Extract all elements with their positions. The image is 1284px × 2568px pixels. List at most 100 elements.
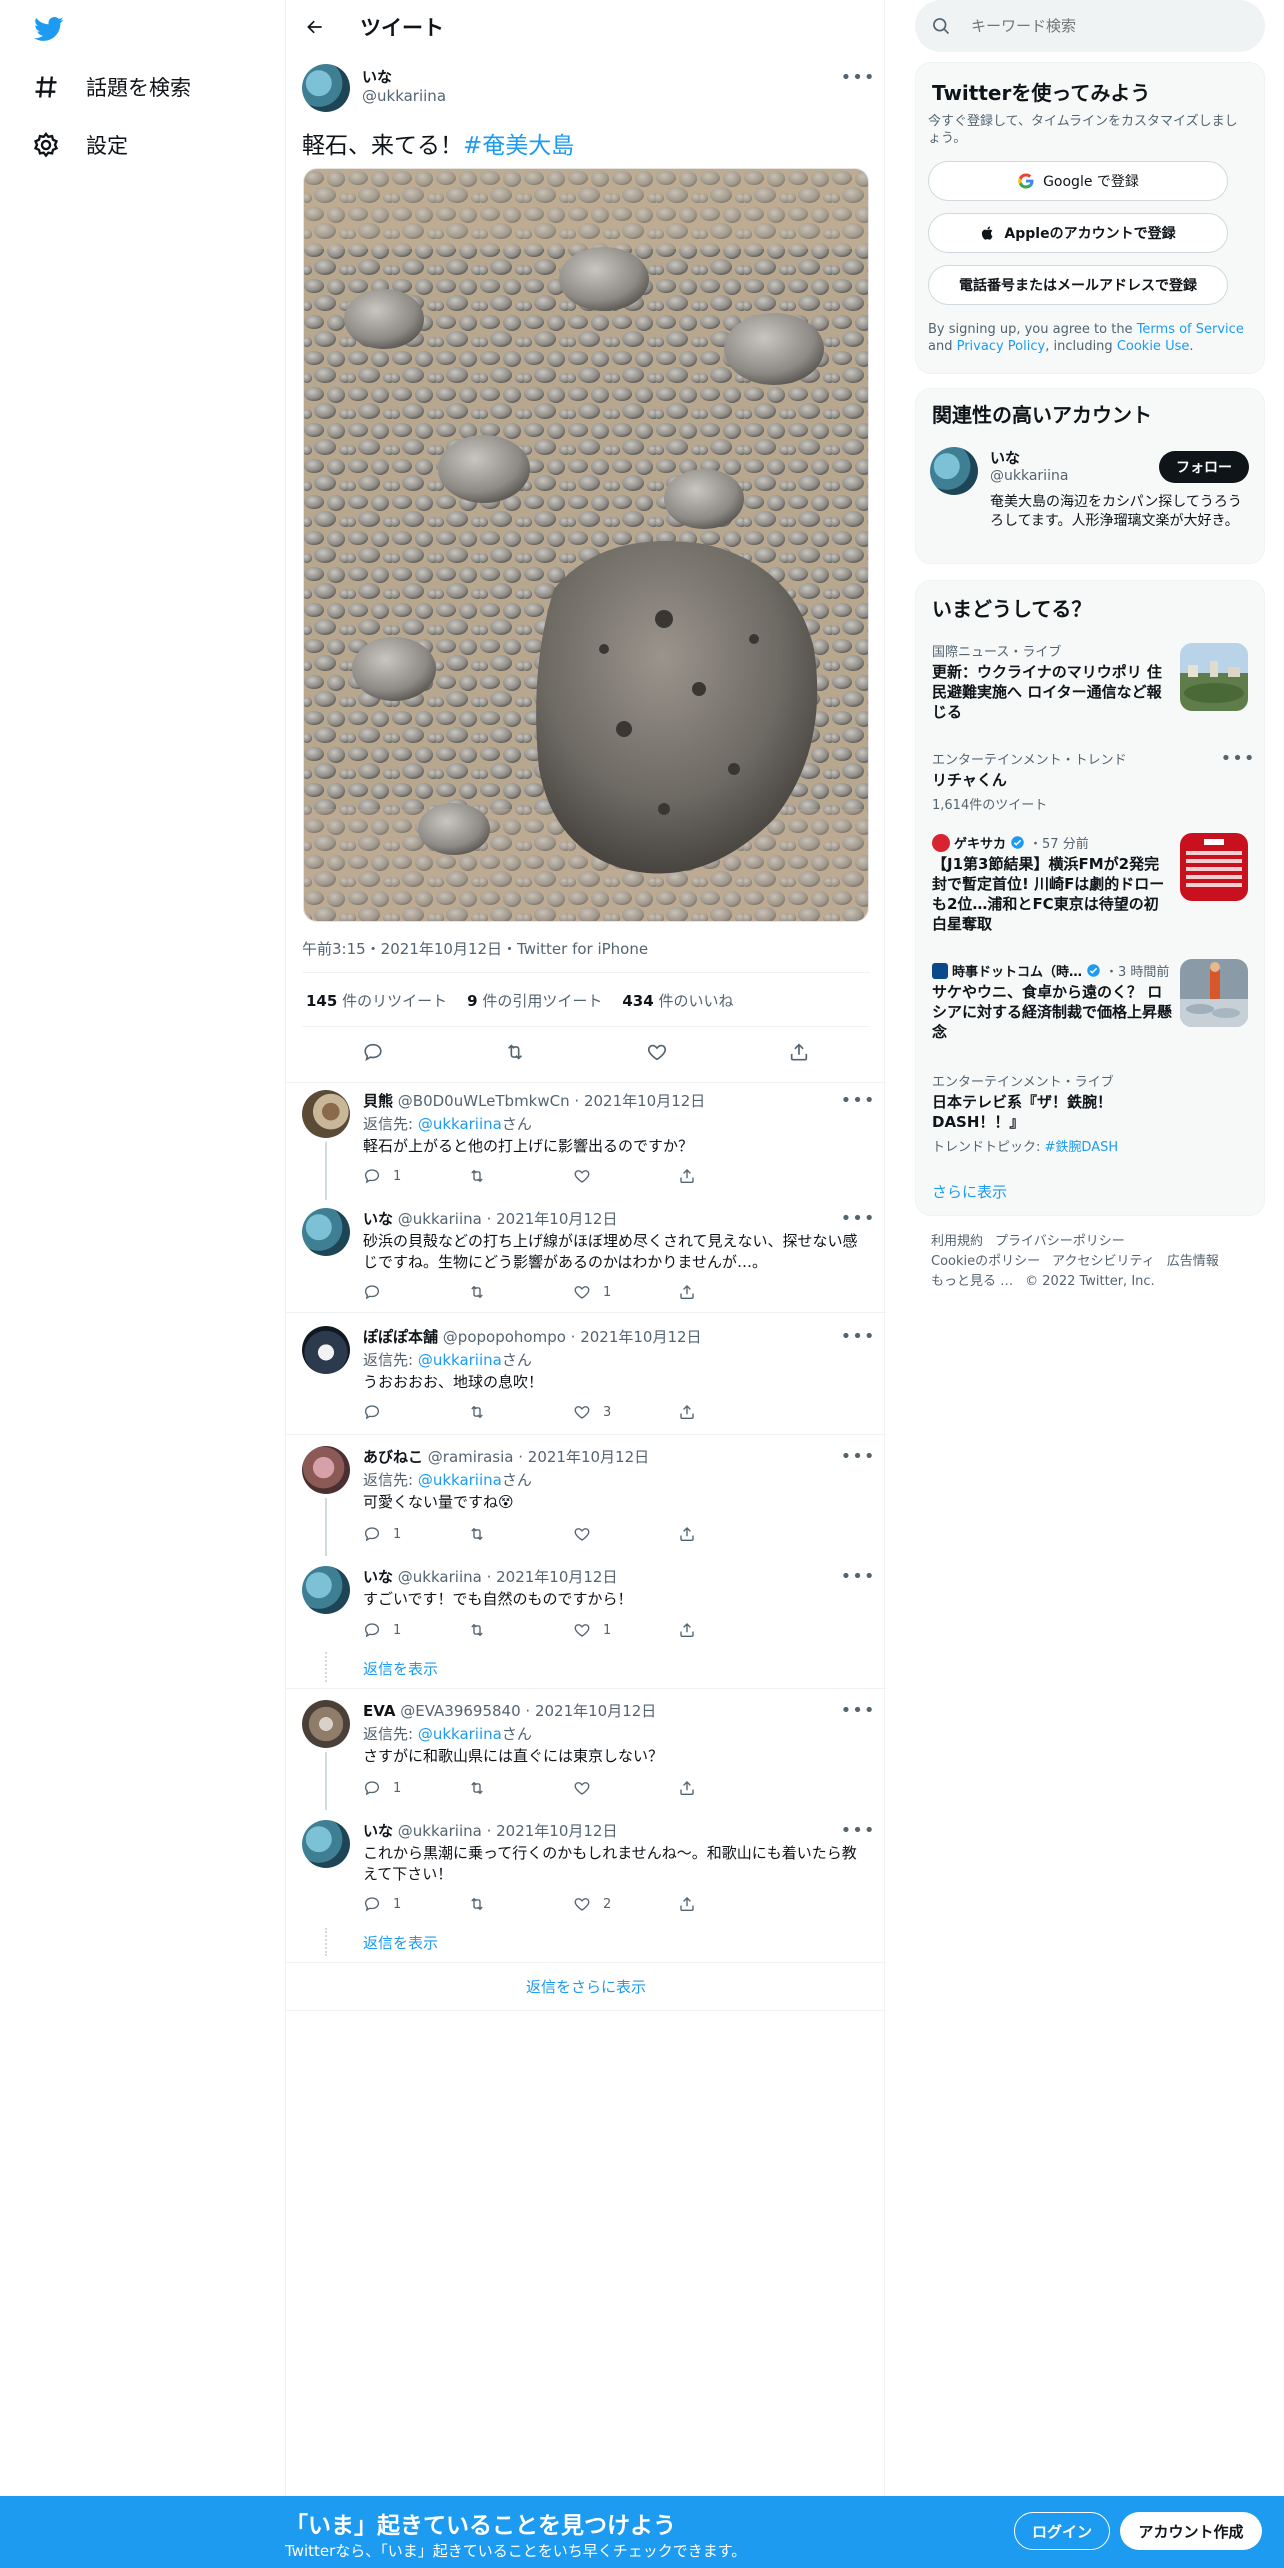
reply-handle[interactable]: @EVA39695840 [400, 1702, 520, 1720]
retweet-button[interactable] [468, 1778, 573, 1798]
reply-button[interactable] [363, 1402, 468, 1422]
reply-date[interactable]: 2021年10月12日 [584, 1092, 705, 1110]
share-button[interactable] [678, 1402, 783, 1422]
reply-button[interactable]: 1 [363, 1524, 468, 1544]
reply-name[interactable]: ぽぽぽ本舗 [363, 1328, 438, 1346]
follow-button[interactable]: フォロー [1159, 451, 1249, 483]
phone-signup-button[interactable]: 電話番号またはメールアドレスで登録 [928, 265, 1228, 305]
nav-settings[interactable]: 設定 [32, 130, 128, 160]
tweet-author[interactable]: いな @ukkariina [362, 66, 446, 105]
retweet-button[interactable] [468, 1282, 573, 1302]
google-signup-button[interactable]: Google で登録 [928, 161, 1228, 201]
reply-name[interactable]: あびねこ [363, 1448, 423, 1466]
trend-thumbnail[interactable] [1180, 833, 1248, 901]
footer-link-more[interactable]: もっと見る … [931, 1274, 1013, 1289]
show-more-trends-link[interactable]: さらに表示 [932, 1181, 1007, 1202]
reply-to-link[interactable]: @ukkariina [418, 1351, 502, 1369]
reply-date[interactable]: 2021年10月12日 [496, 1210, 617, 1228]
like-button[interactable]: 1 [573, 1282, 678, 1302]
avatar[interactable] [302, 1820, 350, 1868]
share-button[interactable] [678, 1778, 783, 1798]
share-button[interactable] [678, 1524, 783, 1544]
like-button[interactable]: 3 [573, 1402, 678, 1422]
footer-link-privacy[interactable]: プライバシーポリシー [995, 1234, 1125, 1249]
reply-handle[interactable]: @ukkariina [398, 1822, 482, 1840]
reply-to-link[interactable]: @ukkariina [418, 1471, 502, 1489]
twitter-logo-icon[interactable] [32, 14, 66, 44]
reply-tweet[interactable]: ••• あびねこ @ramirasia · 2021年10月12日 返信先: @… [286, 1434, 886, 1556]
avatar[interactable] [302, 1700, 350, 1748]
share-button[interactable] [678, 1620, 783, 1640]
share-button[interactable] [678, 1282, 783, 1302]
cookie-use-link[interactable]: Cookie Use [1117, 339, 1190, 354]
avatar[interactable] [302, 64, 350, 112]
reply-button[interactable]: 1 [363, 1620, 468, 1640]
trend-item[interactable]: エンターテインメント・ライブ 日本テレビ系『ザ！鉄腕！DASH！！』 トレンドト… [932, 1071, 1250, 1155]
reply-button[interactable]: 1 [363, 1778, 468, 1798]
avatar[interactable] [302, 1326, 350, 1374]
reply-icon[interactable] [362, 1041, 384, 1063]
reply-tweet[interactable]: ••• ぽぽぽ本舗 @popopohompo · 2021年10月12日 返信先… [286, 1312, 886, 1434]
heart-icon[interactable] [646, 1041, 668, 1063]
reply-name[interactable]: いな [363, 1210, 393, 1228]
search-input[interactable] [971, 14, 1241, 38]
retweet-icon[interactable] [504, 1041, 526, 1063]
trend-thumbnail[interactable] [1180, 959, 1248, 1027]
reply-date[interactable]: 2021年10月12日 [528, 1448, 649, 1466]
avatar[interactable] [302, 1566, 350, 1614]
like-button[interactable] [573, 1778, 678, 1798]
quote-stat[interactable]: 9 件の引用ツイート [467, 990, 602, 1011]
login-button[interactable]: ログイン [1014, 2512, 1110, 2550]
show-replies-link[interactable]: 返信を表示 [363, 1658, 438, 1679]
trend-item[interactable]: エンターテインメント・トレンド リチャくん 1,614件のツイート [932, 749, 1250, 813]
like-button[interactable]: 2 [573, 1894, 678, 1914]
show-more-replies-link[interactable]: 返信をさらに表示 [286, 1976, 886, 1997]
like-button[interactable] [573, 1524, 678, 1544]
reply-name[interactable]: いな [363, 1568, 393, 1586]
reply-to-link[interactable]: @ukkariina [418, 1725, 502, 1743]
trend-thumbnail[interactable] [1180, 643, 1248, 711]
footer-link-cookie[interactable]: Cookieのポリシー [931, 1254, 1040, 1269]
footer-link-terms[interactable]: 利用規約 [931, 1234, 983, 1249]
more-icon[interactable]: ••• [841, 67, 875, 88]
nav-explore[interactable]: 話題を検索 [32, 72, 191, 102]
reply-button[interactable] [363, 1282, 468, 1302]
reply-date[interactable]: 2021年10月12日 [496, 1568, 617, 1586]
reply-handle[interactable]: @popopohompo [443, 1328, 566, 1346]
reply-date[interactable]: 2021年10月12日 [496, 1822, 617, 1840]
avatar[interactable] [302, 1208, 350, 1256]
reply-to-link[interactable]: @ukkariina [418, 1115, 502, 1133]
footer-link-ads[interactable]: 広告情報 [1167, 1254, 1219, 1269]
back-arrow-icon[interactable] [300, 12, 330, 42]
reply-button[interactable]: 1 [363, 1894, 468, 1914]
share-button[interactable] [678, 1166, 783, 1186]
reply-tweet[interactable]: ••• EVA @EVA39695840 · 2021年10月12日 返信先: … [286, 1688, 886, 1810]
avatar[interactable] [302, 1090, 350, 1138]
privacy-policy-link[interactable]: Privacy Policy [957, 339, 1046, 354]
reply-name[interactable]: 貝熊 [363, 1092, 393, 1110]
create-account-button[interactable]: アカウント作成 [1120, 2512, 1262, 2550]
avatar[interactable] [302, 1446, 350, 1494]
reply-tweet[interactable]: ••• 貝熊 @B0D0uWLeTbmkwCn · 2021年10月12日 返信… [286, 1082, 886, 1200]
retweet-button[interactable] [468, 1620, 573, 1640]
trend-topic-link[interactable]: #鉄腕DASH [1045, 1140, 1119, 1155]
reply-name[interactable]: いな [363, 1822, 393, 1840]
tweet-photo[interactable] [303, 168, 869, 922]
retweet-stat[interactable]: 145 件のリツイート [306, 990, 447, 1011]
reply-date[interactable]: 2021年10月12日 [535, 1702, 656, 1720]
reply-tweet[interactable]: ••• いな @ukkariina · 2021年10月12日 すごいです！でも… [286, 1556, 886, 1688]
retweet-button[interactable] [468, 1402, 573, 1422]
reply-handle[interactable]: @ukkariina [398, 1210, 482, 1228]
apple-signup-button[interactable]: Appleのアカウントで登録 [928, 213, 1228, 253]
related-account[interactable]: いな @ukkariina [990, 447, 1068, 484]
reply-handle[interactable]: @ramirasia [428, 1448, 514, 1466]
reply-name[interactable]: EVA [363, 1702, 395, 1720]
more-icon[interactable]: ••• [1221, 748, 1255, 769]
like-button[interactable] [573, 1166, 678, 1186]
terms-of-service-link[interactable]: Terms of Service [1137, 322, 1244, 337]
retweet-button[interactable] [468, 1166, 573, 1186]
share-button[interactable] [678, 1894, 783, 1914]
tweet-hashtag[interactable]: #奄美大島 [463, 133, 574, 159]
reply-tweet[interactable]: ••• いな @ukkariina · 2021年10月12日 これから黒潮に乗… [286, 1810, 886, 1962]
like-button[interactable]: 1 [573, 1620, 678, 1640]
